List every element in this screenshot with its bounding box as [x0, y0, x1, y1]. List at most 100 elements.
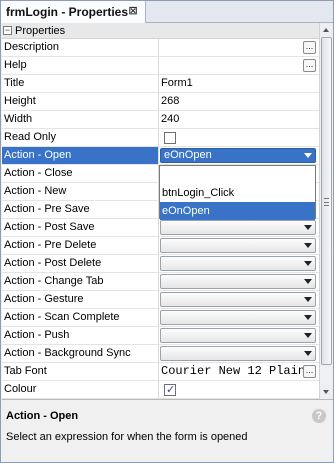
- property-value[interactable]: 268: [159, 93, 319, 110]
- property-row-title[interactable]: Title Form1: [2, 75, 319, 93]
- property-row-action-post-delete[interactable]: Action - Post Delete: [2, 255, 319, 273]
- property-row-help[interactable]: Help...: [2, 57, 319, 75]
- chevron-down-icon[interactable]: [304, 153, 312, 158]
- category-properties[interactable]: − Properties: [2, 23, 319, 39]
- scroll-thumb[interactable]: [321, 37, 332, 365]
- property-name: Description: [2, 39, 159, 56]
- property-row-colour[interactable]: Colour: [2, 381, 319, 399]
- properties-panel: frmLogin - Properties ⊠ − Properties Des…: [0, 0, 334, 463]
- tab-title: frmLogin - Properties: [6, 5, 129, 19]
- combo-box[interactable]: [160, 220, 316, 235]
- ellipsis-button[interactable]: ...: [303, 59, 316, 72]
- combo-box[interactable]: [160, 292, 316, 307]
- close-icon[interactable]: ⊠: [127, 5, 139, 17]
- property-name: Height: [2, 93, 159, 110]
- property-value[interactable]: [159, 291, 319, 308]
- property-row-action-gesture[interactable]: Action - Gesture: [2, 291, 319, 309]
- property-row-read-only[interactable]: Read Only: [2, 129, 319, 147]
- property-name: Help: [2, 57, 159, 74]
- ellipsis-button[interactable]: ...: [303, 365, 316, 378]
- chevron-down-icon[interactable]: [304, 243, 312, 248]
- property-name: Action - Open: [2, 147, 159, 164]
- tab-properties[interactable]: frmLogin - Properties ⊠: [1, 1, 146, 23]
- dropdown-option-empty[interactable]: [160, 166, 315, 184]
- property-name: Read Only: [2, 129, 159, 146]
- property-row-height[interactable]: Height 268: [2, 93, 319, 111]
- description-title: Action - Open: [6, 410, 79, 422]
- property-value[interactable]: [159, 255, 319, 272]
- property-value[interactable]: [159, 345, 319, 362]
- tab-strip: frmLogin - Properties ⊠: [1, 1, 333, 23]
- property-value[interactable]: [159, 237, 319, 254]
- description-text: Select an expression for when the form i…: [6, 431, 248, 443]
- property-row-action-push[interactable]: Action - Push: [2, 327, 319, 345]
- property-name: Action - Scan Complete: [2, 309, 159, 326]
- chevron-down-icon[interactable]: [304, 279, 312, 284]
- property-row-action-pre-delete[interactable]: Action - Pre Delete: [2, 237, 319, 255]
- property-row-description[interactable]: Description...: [2, 39, 319, 57]
- chevron-down-icon[interactable]: [304, 297, 312, 302]
- checkbox[interactable]: [164, 132, 176, 144]
- scroll-up-icon[interactable]: [320, 23, 333, 37]
- combo-box[interactable]: [160, 238, 316, 253]
- property-value[interactable]: Courier New 12 Plain...: [159, 363, 319, 380]
- combo-box[interactable]: eOnOpen: [160, 148, 316, 163]
- property-row-action-background-sync[interactable]: Action - Background Sync: [2, 345, 319, 363]
- action-open-dropdown-list[interactable]: btnLogin_Click eOnOpen: [159, 165, 316, 220]
- property-name: Width: [2, 111, 159, 128]
- property-value-text[interactable]: Courier New 12 Plain: [161, 364, 305, 378]
- property-value[interactable]: Form1: [159, 75, 319, 92]
- property-row-width[interactable]: Width 240: [2, 111, 319, 129]
- property-name: Action - Gesture: [2, 291, 159, 308]
- property-row-tab-font[interactable]: Tab Font Courier New 12 Plain...: [2, 363, 319, 381]
- property-value[interactable]: ...: [159, 39, 319, 56]
- dropdown-option-btnlogin-click[interactable]: btnLogin_Click: [160, 184, 315, 202]
- property-value[interactable]: [159, 327, 319, 344]
- property-value[interactable]: [159, 219, 319, 236]
- property-name: Action - Pre Save: [2, 201, 159, 218]
- grip-icon: [324, 198, 329, 206]
- property-name: Action - Push: [2, 327, 159, 344]
- property-name: Action - Post Save: [2, 219, 159, 236]
- property-name: Colour: [2, 381, 159, 398]
- description-panel: Action - Open Select an expression for w…: [2, 399, 333, 462]
- chevron-down-icon[interactable]: [304, 225, 312, 230]
- property-value-text[interactable]: Form1: [161, 77, 193, 89]
- property-value[interactable]: [159, 273, 319, 290]
- property-name: Title: [2, 75, 159, 92]
- property-value[interactable]: [159, 381, 319, 398]
- property-name: Tab Font: [2, 363, 159, 380]
- property-name: Action - New: [2, 183, 159, 200]
- property-value[interactable]: [159, 129, 319, 146]
- property-row-action-open[interactable]: Action - Open eOnOpen: [2, 147, 319, 165]
- property-name: Action - Pre Delete: [2, 237, 159, 254]
- combo-box[interactable]: [160, 328, 316, 343]
- checkbox[interactable]: [164, 382, 176, 398]
- property-value-text[interactable]: 240: [161, 113, 179, 125]
- property-name: Action - Post Delete: [2, 255, 159, 272]
- property-value-text[interactable]: 268: [161, 95, 179, 107]
- ellipsis-button[interactable]: ...: [303, 41, 316, 54]
- chevron-down-icon[interactable]: [304, 333, 312, 338]
- property-name: Action - Close: [2, 165, 159, 182]
- combo-box[interactable]: [160, 310, 316, 325]
- vertical-scrollbar[interactable]: [319, 23, 333, 399]
- combo-box[interactable]: [160, 256, 316, 271]
- property-value[interactable]: [159, 309, 319, 326]
- chevron-down-icon[interactable]: [304, 261, 312, 266]
- collapse-icon[interactable]: −: [3, 26, 12, 35]
- chevron-down-icon[interactable]: [304, 351, 312, 356]
- property-row-action-change-tab[interactable]: Action - Change Tab: [2, 273, 319, 291]
- dropdown-option-eonopen[interactable]: eOnOpen: [160, 202, 315, 220]
- help-icon[interactable]: ?: [312, 409, 326, 423]
- property-value[interactable]: ...: [159, 57, 319, 74]
- property-value[interactable]: 240: [159, 111, 319, 128]
- combo-box[interactable]: [160, 274, 316, 289]
- property-value[interactable]: eOnOpen: [159, 147, 319, 164]
- scroll-down-icon[interactable]: [320, 385, 333, 399]
- chevron-down-icon[interactable]: [304, 315, 312, 320]
- property-name: Action - Background Sync: [2, 345, 159, 362]
- property-row-action-scan-complete[interactable]: Action - Scan Complete: [2, 309, 319, 327]
- combo-box[interactable]: [160, 346, 316, 361]
- property-row-action-post-save[interactable]: Action - Post Save: [2, 219, 319, 237]
